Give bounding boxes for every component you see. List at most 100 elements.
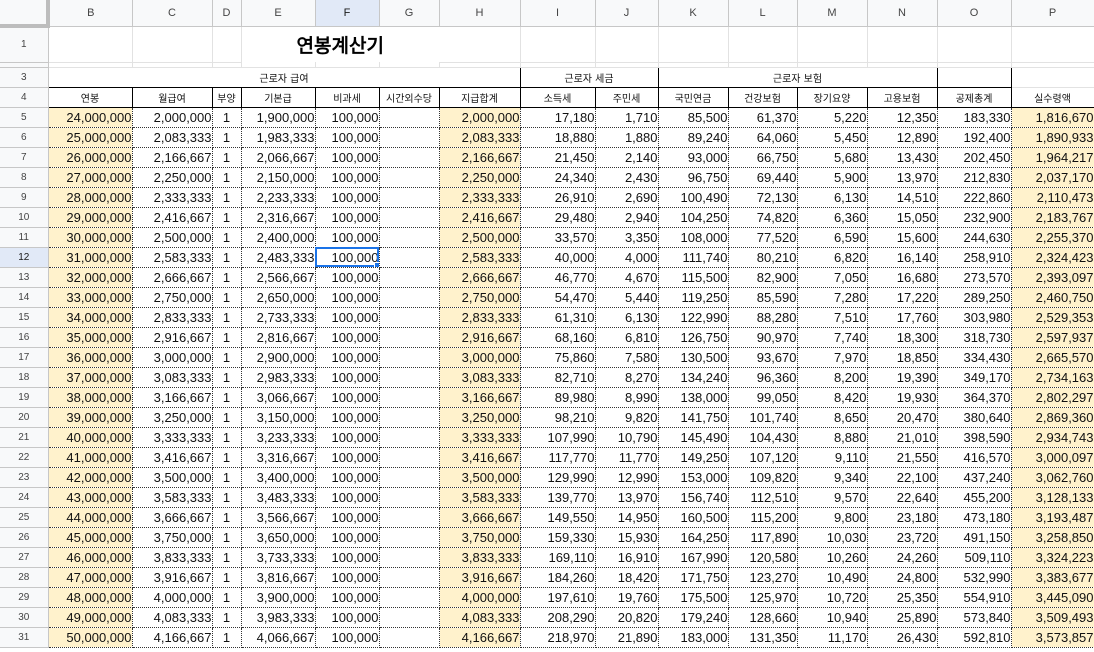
cell[interactable]: 183,000 bbox=[658, 627, 729, 648]
cell[interactable]: 9,820 bbox=[595, 407, 659, 428]
cell[interactable]: 3,316,667 bbox=[241, 447, 316, 468]
cell[interactable] bbox=[379, 267, 440, 288]
cell[interactable]: 18,300 bbox=[867, 327, 938, 348]
cell[interactable]: 2,583,333 bbox=[439, 247, 521, 268]
cell[interactable]: 40,000,000 bbox=[48, 427, 133, 448]
cell[interactable]: 10,260 bbox=[797, 547, 868, 568]
cell[interactable]: 22,100 bbox=[867, 467, 938, 488]
cell[interactable]: 10,030 bbox=[797, 527, 868, 548]
cell[interactable]: 2,916,667 bbox=[132, 327, 213, 348]
row-header[interactable]: 14 bbox=[0, 287, 49, 308]
cell[interactable]: 4,000,000 bbox=[439, 587, 521, 608]
cell[interactable] bbox=[439, 26, 521, 63]
cell[interactable]: 2,583,333 bbox=[132, 247, 213, 268]
column-header[interactable]: O bbox=[937, 0, 1012, 27]
cell[interactable]: 2,140 bbox=[595, 147, 659, 168]
cell[interactable]: 66,750 bbox=[728, 147, 798, 168]
cell[interactable]: 9,340 bbox=[797, 467, 868, 488]
cell[interactable]: 9,570 bbox=[797, 487, 868, 508]
cell[interactable]: 104,430 bbox=[728, 427, 798, 448]
cell[interactable]: 34,000,000 bbox=[48, 307, 133, 328]
cell[interactable] bbox=[379, 327, 440, 348]
cell[interactable]: 2,666,667 bbox=[439, 267, 521, 288]
cell[interactable]: 171,750 bbox=[658, 567, 729, 588]
cell[interactable]: 167,990 bbox=[658, 547, 729, 568]
cell[interactable]: 54,470 bbox=[520, 287, 596, 308]
column-title[interactable]: 기본급 bbox=[240, 86, 316, 108]
cell[interactable]: 93,000 bbox=[658, 147, 729, 168]
cell[interactable]: 153,000 bbox=[658, 467, 729, 488]
cell[interactable]: 2,250,000 bbox=[439, 167, 521, 188]
cell[interactable]: 24,340 bbox=[520, 167, 596, 188]
cell[interactable]: 8,990 bbox=[595, 387, 659, 408]
cell[interactable]: 14,510 bbox=[867, 187, 938, 208]
cell[interactable]: 1 bbox=[212, 227, 242, 248]
cell[interactable]: 2,037,170 bbox=[1011, 167, 1094, 188]
cell[interactable]: 122,990 bbox=[658, 307, 729, 328]
column-title[interactable]: 부양 bbox=[211, 86, 242, 108]
cell[interactable]: 80,210 bbox=[728, 247, 798, 268]
cell[interactable]: 169,110 bbox=[520, 547, 596, 568]
cell[interactable]: 12,890 bbox=[867, 127, 938, 148]
cell[interactable]: 208,290 bbox=[520, 607, 596, 628]
cell[interactable]: 23,720 bbox=[867, 527, 938, 548]
cell[interactable]: 3,500,000 bbox=[439, 467, 521, 488]
cell[interactable]: 1,964,217 bbox=[1011, 147, 1094, 168]
cell[interactable]: 2,900,000 bbox=[241, 347, 316, 368]
column-title[interactable]: 실수령액 bbox=[1010, 86, 1094, 108]
cell[interactable] bbox=[132, 26, 213, 63]
cell[interactable]: 2,316,667 bbox=[241, 207, 316, 228]
cell[interactable] bbox=[379, 287, 440, 308]
cell[interactable]: 101,740 bbox=[728, 407, 798, 428]
cell[interactable]: 82,710 bbox=[520, 367, 596, 388]
cell[interactable]: 75,860 bbox=[520, 347, 596, 368]
row-header[interactable]: 7 bbox=[0, 147, 49, 168]
cell[interactable]: 100,000 bbox=[315, 267, 380, 288]
cell[interactable]: 2,000,000 bbox=[132, 107, 213, 128]
row-header[interactable]: 31 bbox=[0, 627, 49, 648]
cell[interactable]: 7,580 bbox=[595, 347, 659, 368]
cell[interactable]: 1 bbox=[212, 467, 242, 488]
cell[interactable]: 5,900 bbox=[797, 167, 868, 188]
column-title[interactable]: 지급합계 bbox=[438, 86, 521, 108]
cell[interactable]: 111,740 bbox=[658, 247, 729, 268]
cell[interactable]: 100,490 bbox=[658, 187, 729, 208]
group-header-tax[interactable]: 근로자 세금 bbox=[519, 66, 659, 87]
cell[interactable]: 3,750,000 bbox=[132, 527, 213, 548]
cell[interactable]: 2,393,097 bbox=[1011, 267, 1094, 288]
row-header[interactable]: 5 bbox=[0, 107, 49, 128]
cell[interactable]: 100,000 bbox=[315, 407, 380, 428]
cell[interactable]: 2,833,333 bbox=[439, 307, 521, 328]
cell[interactable]: 2,983,333 bbox=[241, 367, 316, 388]
row-header[interactable]: 21 bbox=[0, 427, 49, 448]
cell[interactable]: 126,750 bbox=[658, 327, 729, 348]
cell[interactable] bbox=[379, 607, 440, 628]
cell[interactable]: 12,350 bbox=[867, 107, 938, 128]
cell[interactable]: 26,000,000 bbox=[48, 147, 133, 168]
cell[interactable]: 4,000,000 bbox=[132, 587, 213, 608]
cell[interactable]: 2,750,000 bbox=[132, 287, 213, 308]
cell[interactable]: 273,570 bbox=[937, 267, 1012, 288]
cell[interactable] bbox=[48, 26, 133, 63]
cell[interactable] bbox=[379, 307, 440, 328]
cell[interactable]: 100,000 bbox=[315, 387, 380, 408]
cell[interactable]: 8,650 bbox=[797, 407, 868, 428]
cell[interactable]: 8,200 bbox=[797, 367, 868, 388]
cell[interactable]: 3,128,133 bbox=[1011, 487, 1094, 508]
row-header[interactable]: 16 bbox=[0, 327, 49, 348]
cell[interactable] bbox=[937, 26, 1012, 63]
cell[interactable]: 7,740 bbox=[797, 327, 868, 348]
cell[interactable]: 3,000,097 bbox=[1011, 447, 1094, 468]
cell[interactable]: 100,000 bbox=[315, 167, 380, 188]
cell[interactable]: 1 bbox=[212, 507, 242, 528]
cell[interactable] bbox=[379, 247, 440, 268]
cell[interactable]: 2,665,570 bbox=[1011, 347, 1094, 368]
cell[interactable]: 10,940 bbox=[797, 607, 868, 628]
cell[interactable]: 93,670 bbox=[728, 347, 798, 368]
cell[interactable]: 68,160 bbox=[520, 327, 596, 348]
cell[interactable]: 22,640 bbox=[867, 487, 938, 508]
cell[interactable]: 6,820 bbox=[797, 247, 868, 268]
cell[interactable]: 160,500 bbox=[658, 507, 729, 528]
cell[interactable]: 100,000 bbox=[315, 127, 380, 148]
cell[interactable]: 164,250 bbox=[658, 527, 729, 548]
